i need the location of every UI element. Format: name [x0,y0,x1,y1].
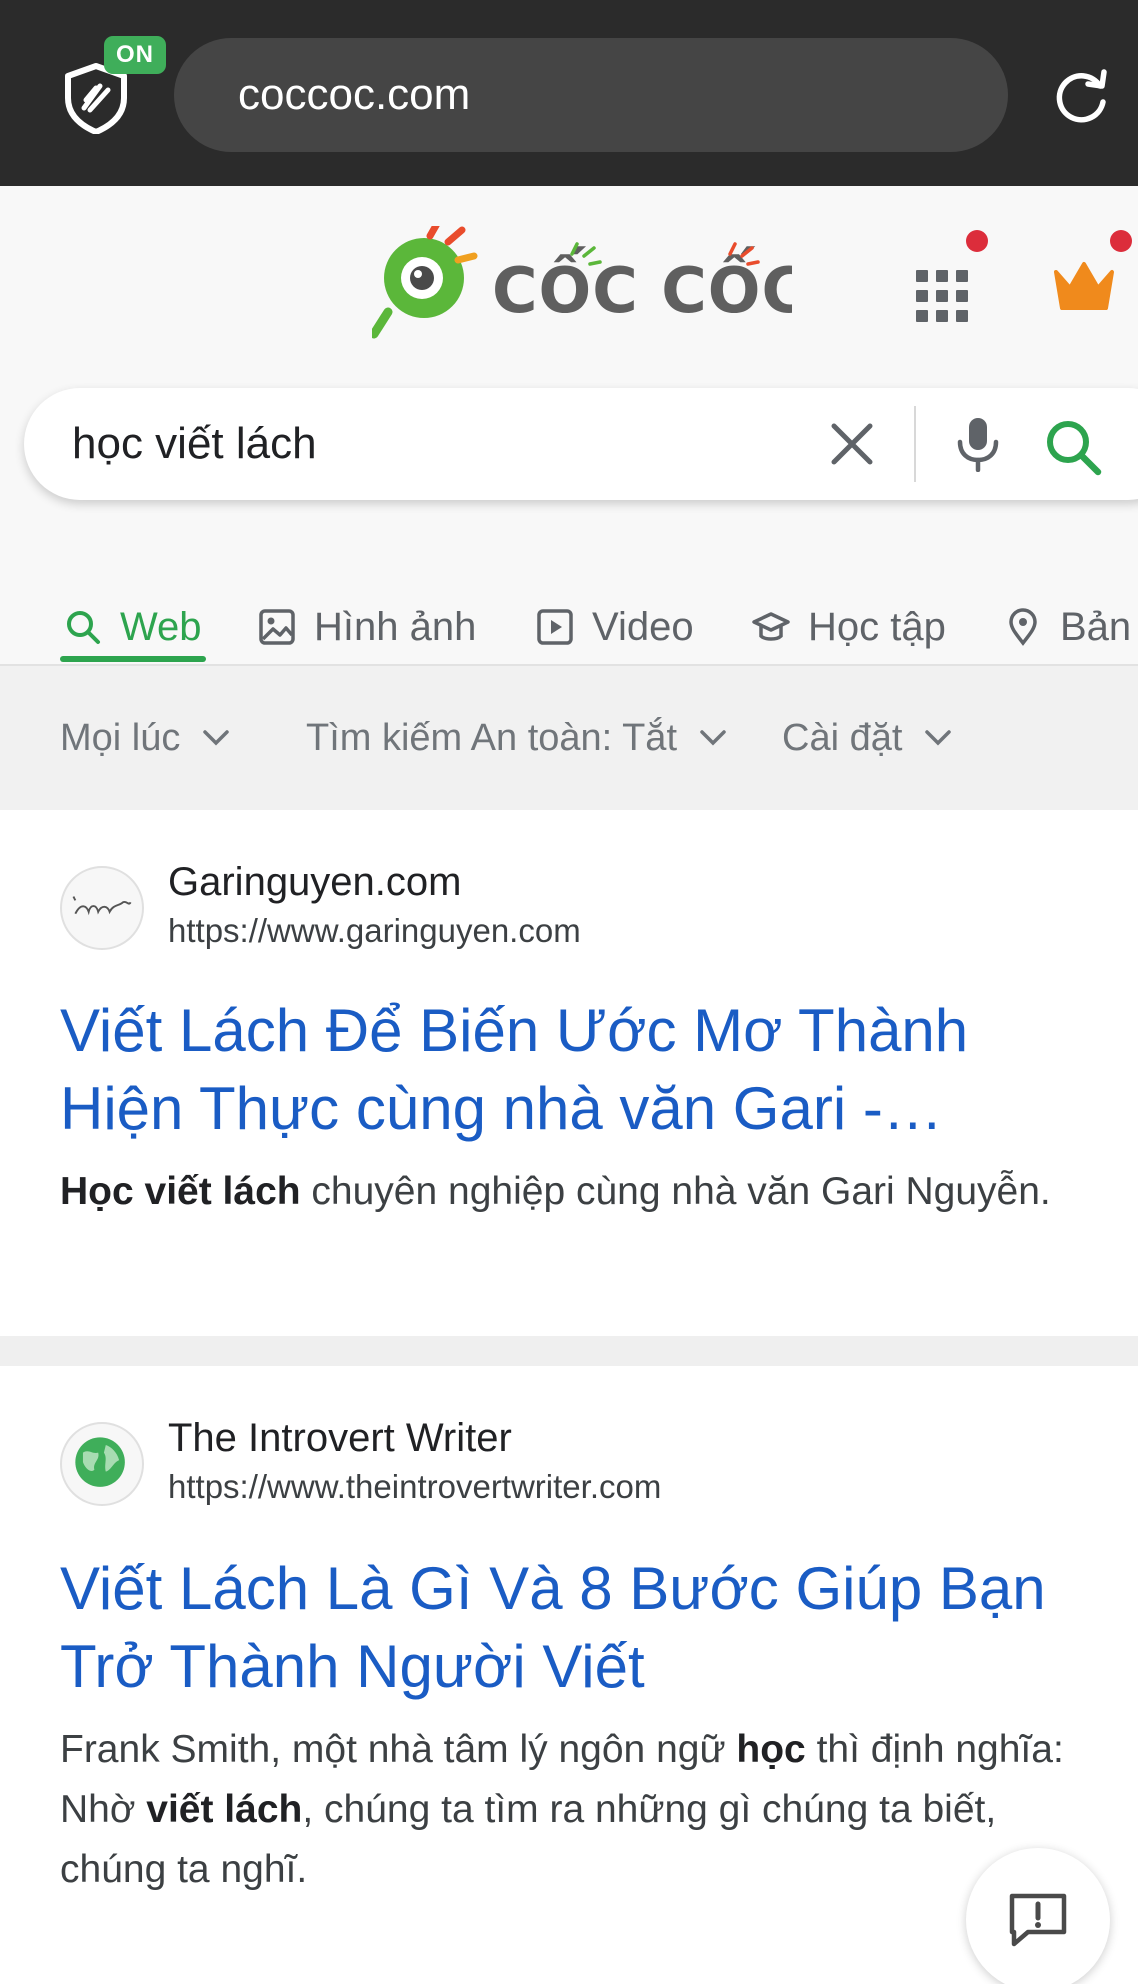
search-input[interactable]: học viết lách [72,388,317,500]
search-box-divider [914,406,916,482]
tab-label: Bản [1060,604,1132,649]
globe-icon [75,1437,125,1487]
tab-label: Học tập [808,604,946,649]
reload-icon[interactable] [1050,64,1112,126]
result-card: Garinguyen.com https://www.garinguyen.co… [0,810,1138,1336]
microphone-icon[interactable] [952,416,1004,472]
snippet-highlight: học [736,1728,806,1771]
search-icon [67,611,100,644]
snippet-text: chuyên nghiệp cùng nhà văn Gari Nguyễn. [300,1170,1051,1213]
result-site-name[interactable]: The Introvert Writer [168,1416,512,1461]
filter-label: Tìm kiếm An toàn: Tắt [306,716,678,759]
crown-notification-dot [1110,230,1132,252]
video-icon [537,609,573,645]
search-tabs: Web Hình ảnh Video Học tập Bản [0,588,1138,666]
result-snippet: Frank Smith, một nhà tâm lý ngôn ngữ học… [60,1720,1110,1900]
search-header: CỐC CỐC học viết lách Web Hình ảnh Video… [0,186,1138,810]
tab-learning[interactable]: Học tập [752,588,946,666]
snippet-text: Frank Smith, một nhà tâm lý ngôn ngữ [60,1728,737,1771]
map-pin-icon [1009,608,1037,646]
result-separator [0,1336,1138,1366]
active-tab-indicator [60,656,206,662]
address-bar-url: coccoc.com [238,70,471,119]
result-card: The Introvert Writer https://www.theintr… [0,1366,1138,1984]
result-snippet: Học viết lách chuyên nghiệp cùng nhà văn… [60,1162,1110,1222]
tab-maps[interactable]: Bản [1004,588,1131,666]
result-url[interactable]: https://www.garinguyen.com [168,912,581,950]
chevron-down-icon [700,730,726,746]
tab-video[interactable]: Video [536,588,694,666]
time-filter-dropdown[interactable]: Mọi lúc [60,666,230,810]
snippet-highlight: viết lách [146,1788,303,1831]
clear-icon[interactable] [830,422,874,466]
filter-label: Cài đặt [782,716,903,759]
tab-images[interactable]: Hình ảnh [258,588,476,666]
search-icon[interactable] [1044,418,1102,476]
tab-web[interactable]: Web [64,588,202,666]
safe-search-dropdown[interactable]: Tìm kiếm An toàn: Tắt [306,666,727,810]
svg-text:CỐC CỐC: CỐC CỐC [492,246,792,327]
feedback-icon [1009,1893,1067,1947]
site-favicon[interactable] [60,1422,144,1506]
address-bar[interactable]: coccoc.com [174,38,1008,152]
coccoc-logo[interactable]: CỐC CỐC [372,226,792,356]
result-url[interactable]: https://www.theintrovertwriter.com [168,1468,661,1506]
chevron-down-icon [925,730,952,746]
tab-label: Web [120,604,202,649]
crown-icon[interactable] [1052,258,1116,314]
image-icon [259,609,295,645]
search-box[interactable]: học viết lách [24,388,1138,500]
filter-label: Mọi lúc [60,716,181,759]
signature-logo-icon [72,896,132,916]
tab-label: Video [592,604,694,649]
browser-toolbar: ON coccoc.com [0,0,1138,186]
filter-bar: Mọi lúc Tìm kiếm An toàn: Tắt Cài đặt [0,666,1138,810]
site-favicon[interactable] [60,866,144,950]
result-site-name[interactable]: Garinguyen.com [168,860,461,905]
tab-label: Hình ảnh [314,604,477,649]
settings-dropdown[interactable]: Cài đặt [782,666,952,810]
chevron-down-icon [203,730,230,746]
result-title-link[interactable]: Viết Lách Để Biến Ước Mơ Thành Hiện Thực… [60,992,1100,1148]
feedback-button[interactable] [966,1848,1110,1984]
apps-grid-icon[interactable] [912,266,972,326]
snippet-highlight: Học viết lách [60,1170,301,1213]
apps-notification-dot [966,230,988,252]
shield-status-badge: ON [104,36,166,74]
result-title-link[interactable]: Viết Lách Là Gì Và 8 Bước Giúp Bạn Trở T… [60,1550,1100,1706]
graduation-cap-icon [752,612,790,641]
